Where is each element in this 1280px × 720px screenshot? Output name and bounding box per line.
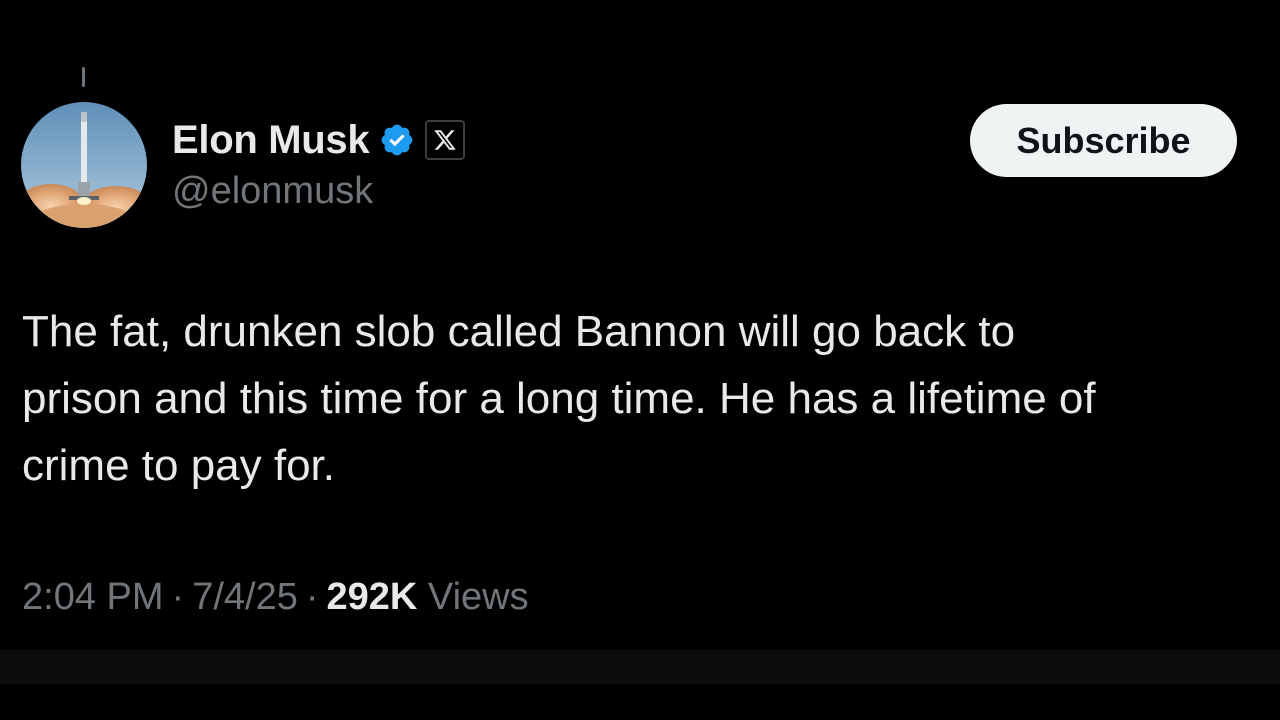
verified-badge-icon[interactable] [379,122,415,158]
views-count[interactable]: 292K [327,576,418,619]
views-label[interactable]: Views [428,576,529,619]
tweet-metadata: 2:04 PM · 7/4/25 · 292K Views [22,576,529,619]
subscribe-button[interactable]: Subscribe [970,104,1237,177]
bottom-divider-bar [0,650,1280,684]
tweet-page: Elon Musk @elonmusk Subscribe The fat, d… [0,0,1280,720]
author-name-row: Elon Musk [172,116,466,164]
tweet-time[interactable]: 2:04 PM [22,576,164,619]
tweet-text: The fat, drunken slob called Bannon will… [22,307,1096,490]
author-handle[interactable]: @elonmusk [172,170,373,213]
x-logo-icon[interactable] [425,120,466,160]
author-display-name[interactable]: Elon Musk [172,118,370,163]
tweet-date[interactable]: 7/4/25 [192,576,298,619]
meta-separator: · [305,576,319,618]
rocket-launch-avatar-icon [21,102,147,228]
thread-connector-line [82,67,85,87]
meta-separator: · [171,576,185,618]
avatar[interactable] [21,102,147,228]
